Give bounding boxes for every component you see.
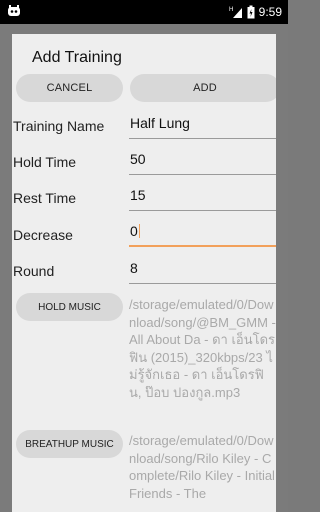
hold-music-button[interactable]: HOLD MUSIC — [16, 293, 123, 321]
hold-music-path: /storage/emulated/0/Download/song/@BM_GM… — [129, 297, 276, 400]
status-time: 9:59 — [258, 5, 282, 19]
breathup-music-button[interactable]: BREATHUP MUSIC — [16, 430, 123, 458]
decrease-input[interactable]: 0 — [129, 223, 276, 247]
training-name-label: Training Name — [13, 118, 105, 134]
cancel-button[interactable]: CANCEL — [16, 74, 123, 102]
rest-time-input[interactable]: 15 — [129, 187, 276, 211]
battery-icon — [247, 5, 255, 19]
app-notification-icon — [8, 5, 20, 16]
signal-icon: H — [229, 7, 242, 18]
add-button[interactable]: ADD — [130, 74, 276, 102]
rest-time-label: Rest Time — [13, 190, 77, 206]
training-name-input[interactable]: Half Lung — [129, 115, 276, 139]
decrease-value: 0 — [130, 223, 138, 239]
svg-text:H: H — [229, 7, 233, 13]
status-bar: H 9:59 — [0, 0, 288, 24]
hold-time-input[interactable]: 50 — [129, 151, 276, 175]
round-input[interactable]: 8 — [129, 260, 276, 284]
dialog-title: Add Training — [32, 49, 122, 66]
status-icons: H 9:59 — [229, 0, 282, 24]
decrease-label: Decrease — [13, 227, 73, 243]
text-cursor — [138, 224, 140, 238]
breathup-music-path: /storage/emulated/0/Download/song/Rilo K… — [129, 433, 275, 501]
hold-time-label: Hold Time — [13, 154, 77, 170]
round-label: Round — [13, 263, 55, 279]
add-training-dialog: Add Training CANCEL ADD Training Name Ha… — [12, 34, 276, 512]
